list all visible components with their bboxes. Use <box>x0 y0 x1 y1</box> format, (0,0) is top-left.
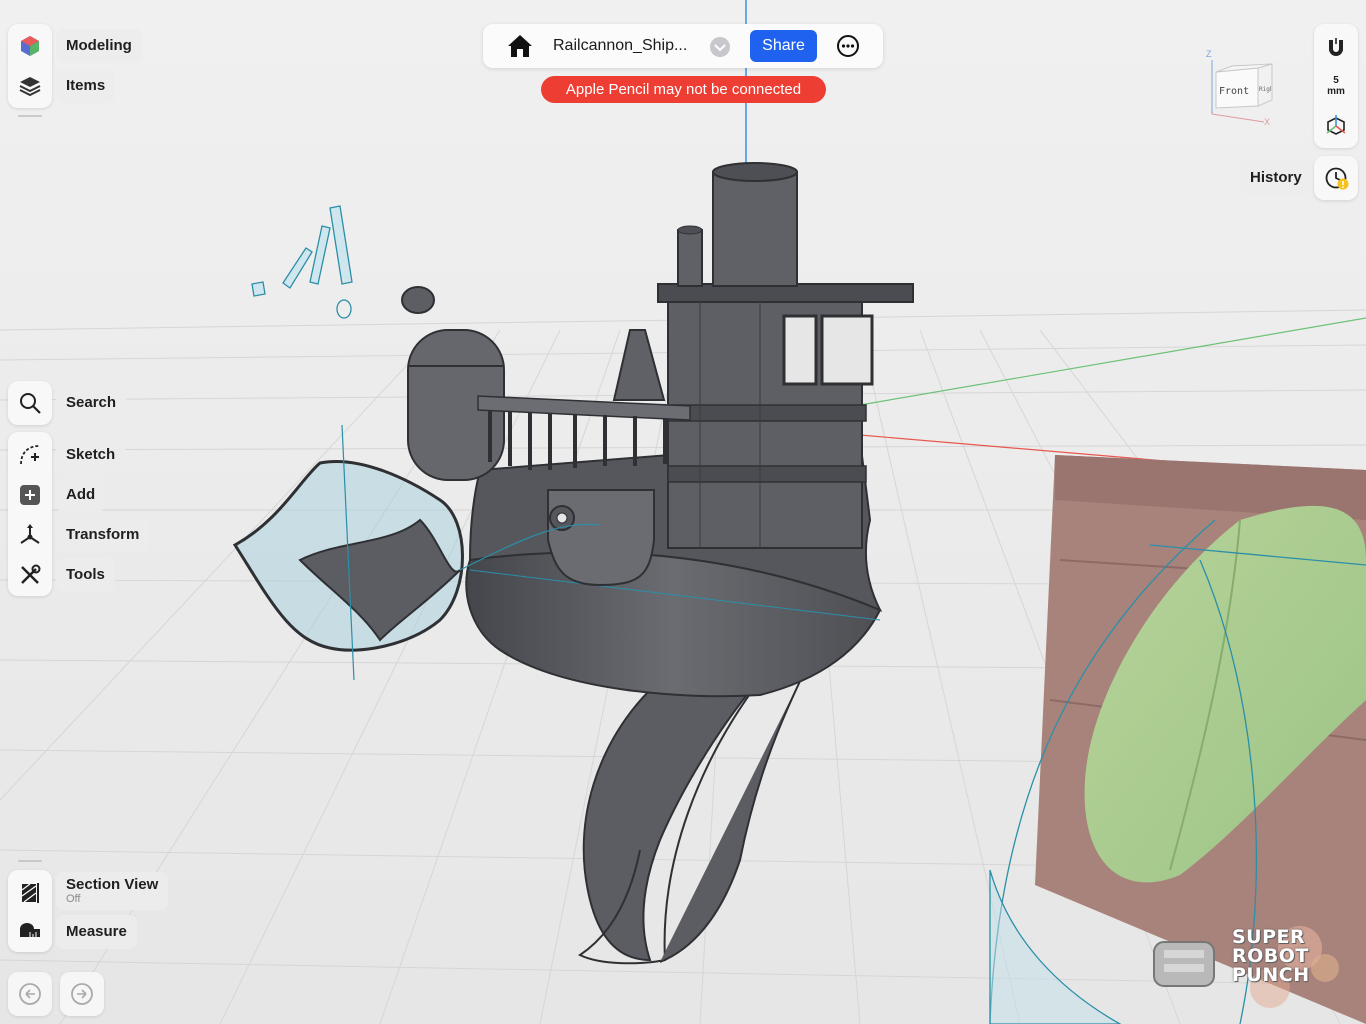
redo-icon <box>71 983 93 1005</box>
transform-icon[interactable] <box>16 521 44 549</box>
3d-viewport[interactable] <box>0 0 1366 1024</box>
modeling-workspace-icon[interactable] <box>16 32 44 60</box>
history-label[interactable]: History <box>1240 161 1312 195</box>
tools-rail <box>8 432 52 596</box>
section-view-state: Off <box>66 893 81 905</box>
modeling-label[interactable]: Modeling <box>56 29 142 63</box>
undo-button[interactable] <box>8 972 52 1016</box>
view-cube-right-label: Right <box>1259 86 1271 93</box>
sketch-icon[interactable] <box>16 441 44 469</box>
history-rail <box>1314 156 1358 200</box>
watermark-text: SUPER ROBOT PUNCH <box>1232 928 1310 985</box>
chevron-down-icon[interactable] <box>709 36 731 58</box>
more-options-icon[interactable] <box>836 34 860 58</box>
measure-tape-icon[interactable] <box>16 918 44 946</box>
layers-icon[interactable] <box>16 72 44 100</box>
section-view-icon[interactable] <box>16 879 44 907</box>
document-title[interactable]: Railcannon_Ship... <box>553 24 687 68</box>
undo-icon <box>19 983 41 1005</box>
search-rail <box>8 381 52 425</box>
snap-rail: 5 mm <box>1314 24 1358 148</box>
document-toolbar: Railcannon_Ship... Share <box>483 24 883 68</box>
grid-size-unit: mm <box>1327 86 1345 97</box>
redo-button[interactable] <box>60 972 104 1016</box>
section-view-label[interactable]: Section View Off <box>56 872 169 910</box>
add-label[interactable]: Add <box>56 478 106 512</box>
measure-label[interactable]: Measure <box>56 915 137 949</box>
divider <box>18 860 42 862</box>
search-icon[interactable] <box>16 389 44 417</box>
workspace-rail <box>8 24 52 108</box>
add-icon[interactable] <box>16 481 44 509</box>
magnet-snap-icon[interactable] <box>1324 36 1348 60</box>
grid-size-value: 5 <box>1333 75 1339 86</box>
view-cube[interactable]: Z X Front Right <box>1202 46 1288 130</box>
grid-size-readout[interactable]: 5 mm <box>1314 75 1358 97</box>
view-cube-x-label: X <box>1264 117 1271 127</box>
bottom-rail <box>8 870 52 952</box>
watermark-line: PUNCH <box>1232 964 1310 986</box>
axis-orientation-icon[interactable] <box>1324 114 1348 138</box>
tools-label[interactable]: Tools <box>56 558 115 592</box>
transform-label[interactable]: Transform <box>56 518 150 552</box>
items-label[interactable]: Items <box>56 69 116 103</box>
search-label[interactable]: Search <box>56 386 127 420</box>
view-cube-front-label: Front <box>1219 86 1250 97</box>
divider <box>18 115 42 117</box>
tools-wrench-icon[interactable] <box>16 561 44 589</box>
history-clock-icon[interactable] <box>1324 166 1350 192</box>
pencil-warning-badge: Apple Pencil may not be connected <box>541 76 826 103</box>
sketch-label[interactable]: Sketch <box>56 438 126 472</box>
section-view-title: Section View <box>66 876 159 893</box>
share-button[interactable]: Share <box>750 30 817 62</box>
home-icon[interactable] <box>507 34 533 58</box>
view-cube-z-label: Z <box>1206 49 1212 59</box>
